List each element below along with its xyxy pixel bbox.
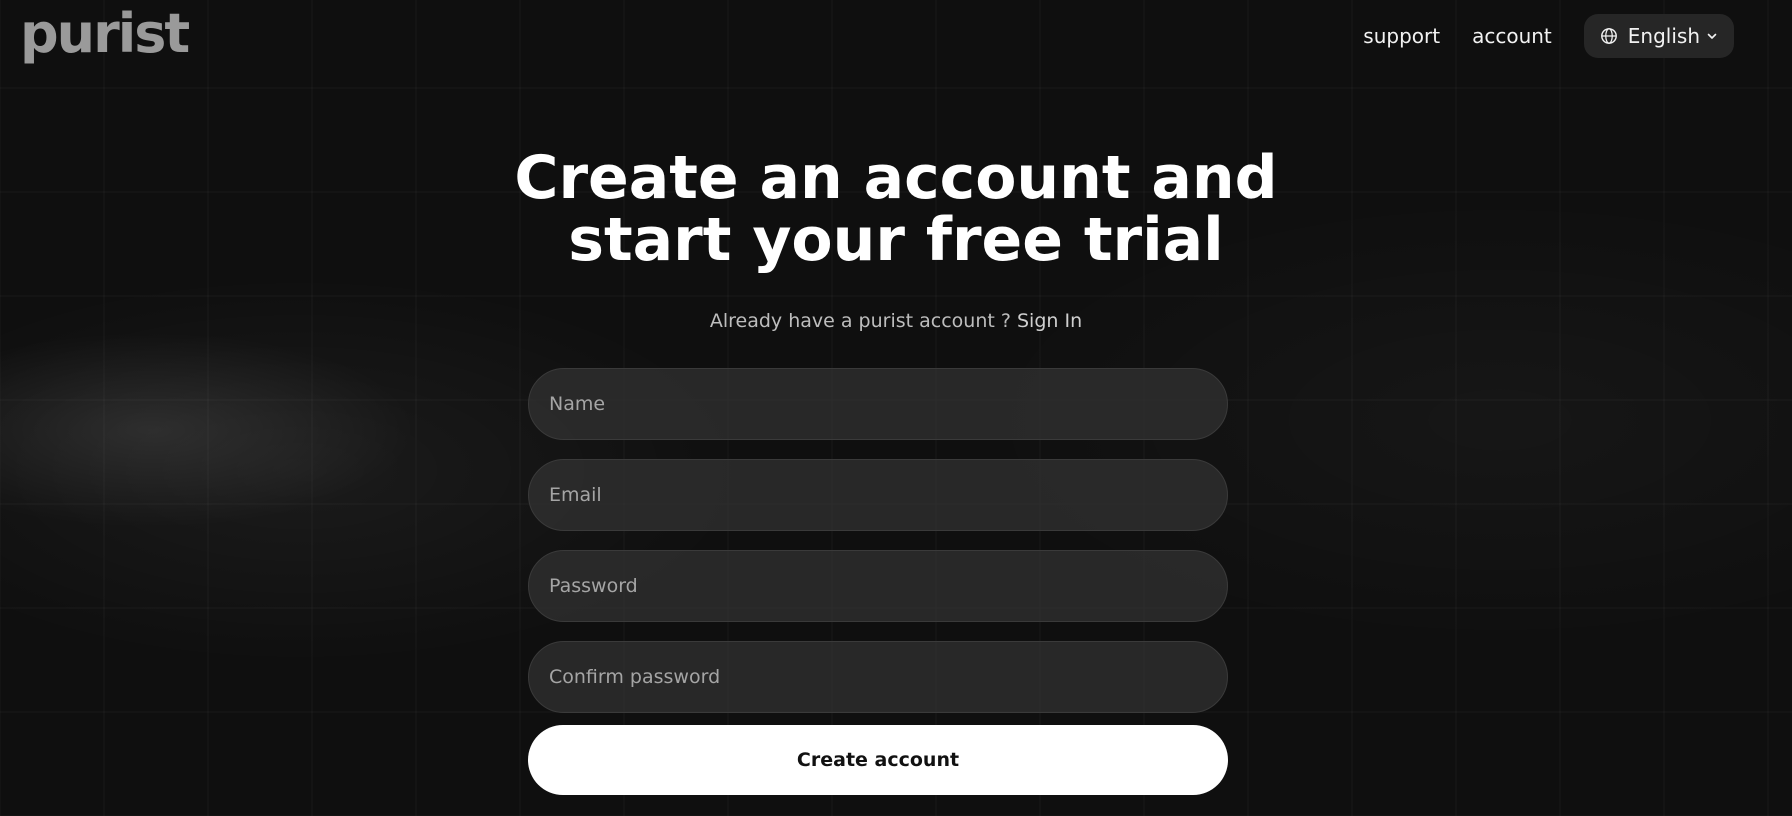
- password-input[interactable]: [529, 551, 1227, 621]
- signin-link[interactable]: Sign In: [1017, 310, 1082, 332]
- language-label: English: [1627, 24, 1700, 48]
- support-link[interactable]: support: [1363, 24, 1440, 48]
- language-selector[interactable]: English: [1583, 14, 1734, 58]
- title-line-2: start your free trial: [568, 205, 1224, 275]
- confirm-password-input[interactable]: [529, 642, 1227, 712]
- account-link[interactable]: account: [1472, 24, 1552, 48]
- email-field-wrapper: [528, 459, 1228, 531]
- name-field-wrapper: [528, 368, 1228, 440]
- title-line-1: Create an account and: [514, 143, 1278, 213]
- password-field-wrapper: [528, 550, 1228, 622]
- signin-prompt: Already have a purist account ? Sign In: [0, 310, 1792, 332]
- email-input[interactable]: [529, 460, 1227, 530]
- globe-icon: [1600, 28, 1617, 44]
- chevron-down-icon: [1707, 33, 1717, 39]
- signup-page: purist support account English Create an…: [0, 0, 1792, 816]
- purist-logo[interactable]: purist: [20, 2, 190, 66]
- page-title: Create an account and start your free tr…: [0, 147, 1792, 271]
- confirm-password-field-wrapper: [528, 641, 1228, 713]
- create-account-button[interactable]: Create account: [528, 725, 1228, 795]
- top-nav: support account English: [1363, 14, 1734, 58]
- name-input[interactable]: [529, 369, 1227, 439]
- signin-prompt-text: Already have a purist account ?: [709, 310, 1011, 332]
